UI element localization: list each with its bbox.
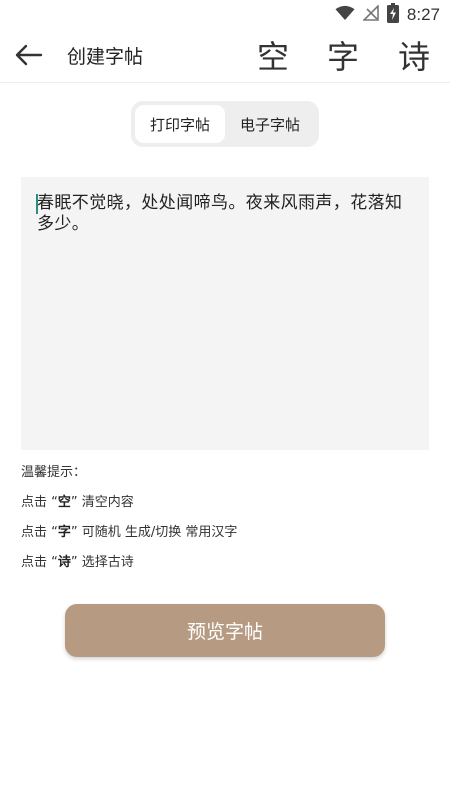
tip-random: 点击 “字” 可随机 生成/切换 常用汉字 xyxy=(21,523,237,543)
tip-prefix: 点击 “ xyxy=(21,525,58,540)
arrow-left-icon xyxy=(15,44,43,70)
random-character-button[interactable]: 字 xyxy=(320,32,366,78)
tab-electronic-copybook[interactable]: 电子字帖 xyxy=(225,105,315,143)
tip-key: 字 xyxy=(57,525,71,540)
preview-copybook-button[interactable]: 预览字帖 xyxy=(65,604,385,657)
tips-section: 温馨提示： 点击 “空” 清空内容 点击 “字” 可随机 生成/切换 常用汉字 … xyxy=(21,463,237,583)
select-poem-button[interactable]: 诗 xyxy=(391,32,437,78)
tip-key: 诗 xyxy=(57,555,71,570)
tab-print-copybook[interactable]: 打印字帖 xyxy=(135,105,225,143)
app-bar: 创建字帖 空 字 诗 xyxy=(0,30,450,83)
tip-suffix: ” 清空内容 xyxy=(70,495,134,510)
copybook-text-input[interactable]: 春眠不觉晓，处处闻啼鸟。夜来风雨声，花落知多少。 xyxy=(21,177,429,450)
back-button[interactable] xyxy=(10,38,48,76)
page-title: 创建字帖 xyxy=(67,46,144,68)
tip-prefix: 点击 “ xyxy=(21,495,58,510)
text-caret xyxy=(36,194,38,214)
tip-suffix: ” 选择古诗 xyxy=(70,555,134,570)
status-icons: 8:27 xyxy=(335,3,440,27)
clear-content-button[interactable]: 空 xyxy=(250,32,296,78)
status-bar: 8:27 xyxy=(0,0,450,30)
copybook-mode-toggle: 打印字帖 电子字帖 xyxy=(131,101,319,147)
wifi-icon xyxy=(335,5,355,25)
tip-clear: 点击 “空” 清空内容 xyxy=(21,493,237,513)
no-signal-icon xyxy=(361,4,379,25)
battery-charging-icon xyxy=(386,3,399,27)
tip-suffix: ” 可随机 生成/切换 常用汉字 xyxy=(70,525,238,540)
create-copybook-screen: 8:27 创建字帖 空 字 诗 打印字帖 电子字帖 春眠不觉晓，处处闻啼鸟。夜来… xyxy=(0,0,450,800)
tip-prefix: 点击 “ xyxy=(21,555,58,570)
tip-key: 空 xyxy=(57,495,71,510)
status-time: 8:27 xyxy=(406,5,440,24)
copybook-text: 春眠不觉晓，处处闻啼鸟。夜来风雨声，花落知多少。 xyxy=(37,193,403,234)
tip-poem: 点击 “诗” 选择古诗 xyxy=(21,553,237,573)
tips-heading: 温馨提示： xyxy=(21,465,87,480)
